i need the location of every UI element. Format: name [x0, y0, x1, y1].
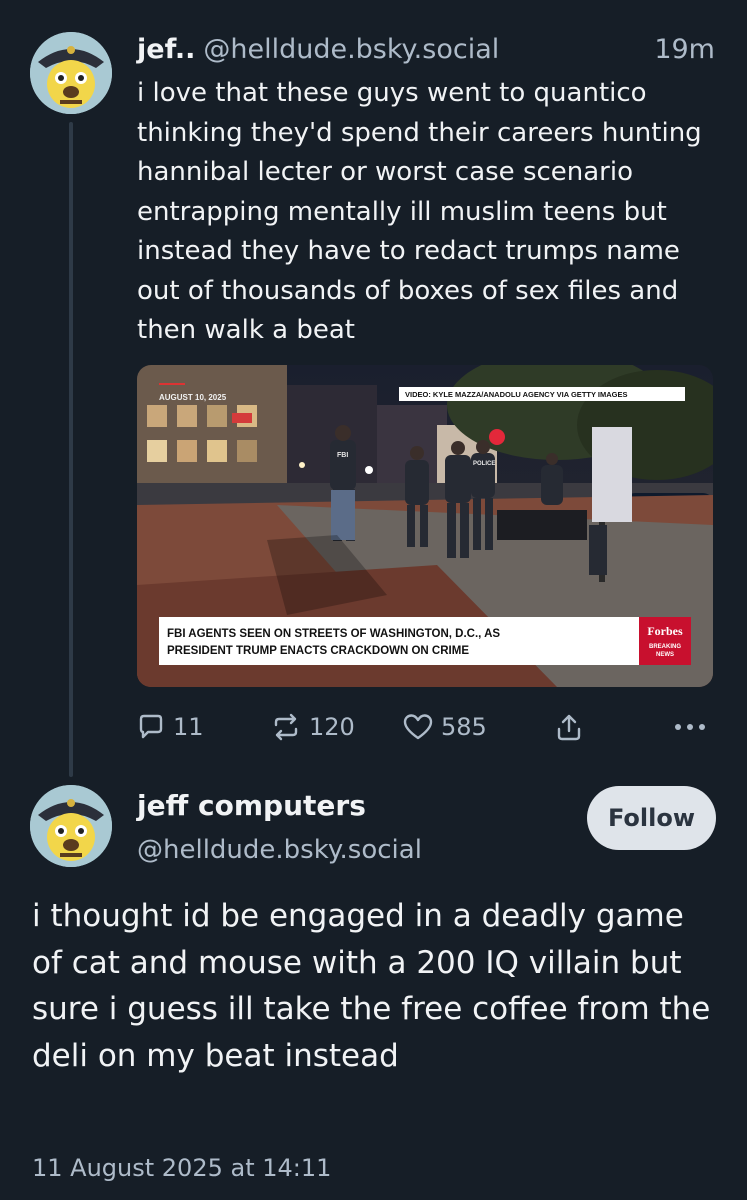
post-header: jef.. @helldude.bsky.social 19m: [137, 32, 715, 68]
follow-button[interactable]: Follow: [587, 786, 716, 850]
repost-icon: [274, 713, 298, 741]
post-text: i love that these guys went to quantico …: [137, 78, 702, 345]
post-time[interactable]: 19m: [654, 32, 715, 68]
headline-line-1: FBI AGENTS SEEN ON STREETS OF WASHINGTON…: [167, 628, 500, 640]
like-icon: [403, 714, 433, 740]
repost-count: 120: [309, 713, 355, 741]
video-credit: VIDEO: KYLE MAZZA/ANADOLU AGENCY VIA GET…: [405, 390, 628, 399]
share-icon: [557, 714, 581, 741]
post-image[interactable]: FBI POLICE AUGUST 10, 2025 VIDEO: KYLE M…: [137, 365, 713, 687]
vest-label-2: POLICE: [473, 461, 495, 467]
breaking-tag: BREAKING: [649, 644, 681, 650]
handle[interactable]: @helldude.bsky.social: [203, 34, 499, 65]
display-name[interactable]: jef..: [137, 34, 195, 65]
action-bar: 11 120 585: [137, 706, 713, 748]
forbes-logo: Forbes: [647, 624, 683, 638]
post-timestamp: 11 August 2025 at 14:11: [32, 1154, 332, 1182]
handle[interactable]: @helldude.bsky.social: [137, 830, 422, 870]
thread-line: [69, 122, 73, 777]
date-label: AUGUST 10, 2025: [159, 393, 227, 402]
reply-button[interactable]: 11: [137, 706, 204, 748]
avatar-image: [30, 785, 112, 867]
avatar[interactable]: [30, 32, 112, 114]
news-tag: NEWS: [656, 652, 674, 658]
reply-icon: [139, 714, 163, 739]
repost-button[interactable]: 120: [271, 706, 355, 748]
like-button[interactable]: 585: [403, 706, 487, 748]
display-name[interactable]: jeff computers: [137, 786, 366, 826]
share-button[interactable]: [555, 706, 583, 748]
like-count: 585: [441, 713, 487, 741]
post-text: i thought id be engaged in a deadly game…: [32, 898, 711, 1074]
more-button[interactable]: [673, 706, 707, 748]
headline-line-2: PRESIDENT TRUMP ENACTS CRACKDOWN ON CRIM…: [167, 645, 469, 657]
more-icon: [675, 724, 705, 730]
avatar-image: [30, 32, 112, 114]
reply-count: 11: [173, 713, 204, 741]
avatar[interactable]: [30, 785, 112, 867]
news-screenshot: FBI POLICE AUGUST 10, 2025 VIDEO: KYLE M…: [137, 365, 713, 687]
vest-label: FBI: [337, 452, 348, 459]
